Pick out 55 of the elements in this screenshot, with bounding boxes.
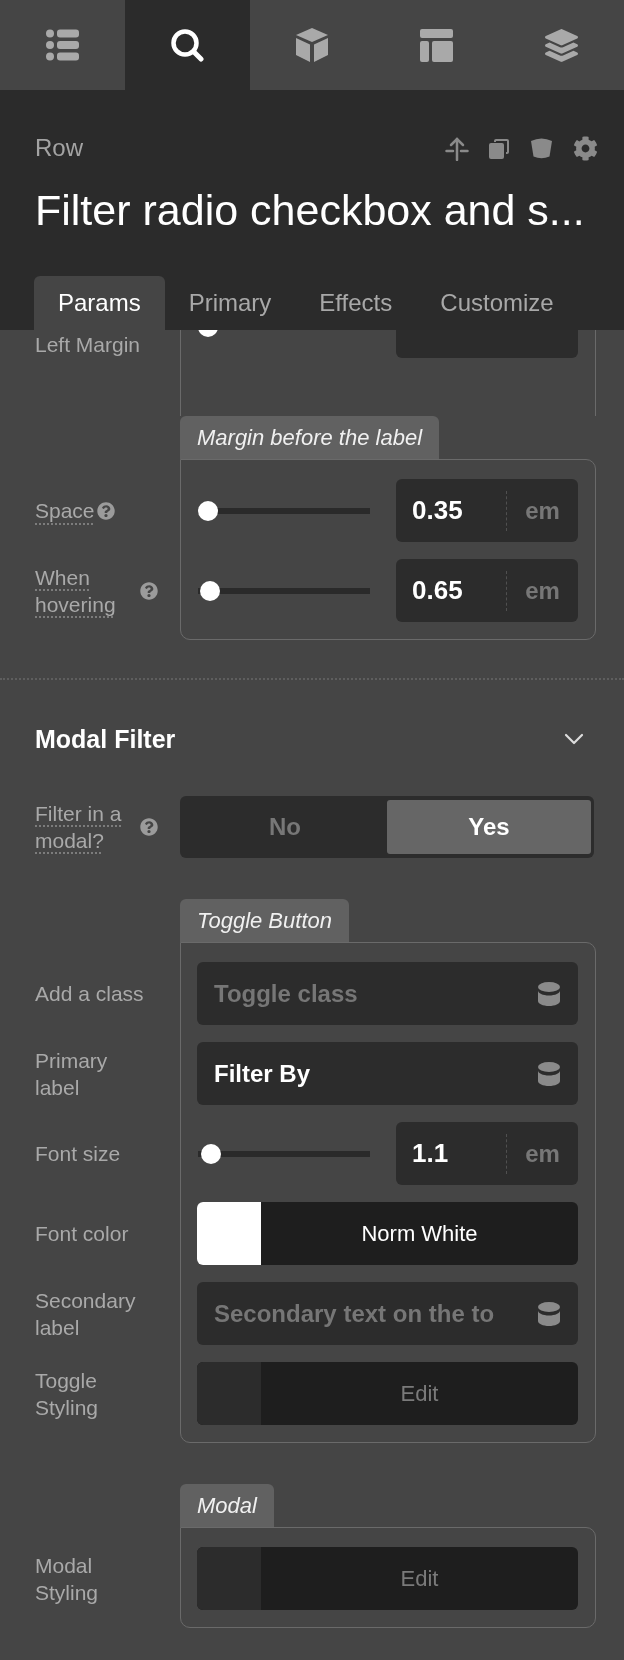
copy-icon[interactable] bbox=[489, 137, 510, 159]
slider-thumb[interactable] bbox=[199, 580, 220, 601]
search-icon[interactable] bbox=[170, 28, 204, 62]
toolbar-tab[interactable] bbox=[124, 0, 250, 90]
field-label: Font color bbox=[35, 1221, 129, 1247]
segment-option[interactable]: No bbox=[183, 799, 387, 854]
text-input[interactable]: Toggle class bbox=[197, 962, 578, 1025]
help-icon[interactable] bbox=[96, 501, 115, 520]
field-label: Add a class bbox=[35, 981, 144, 1007]
panel-title: Filter radio checkbox and s... bbox=[35, 185, 586, 236]
unit-label: em bbox=[506, 1133, 578, 1174]
section-title: Modal Filter bbox=[35, 724, 176, 754]
group-legend: Toggle Button bbox=[180, 899, 349, 942]
unit-label: em bbox=[506, 490, 578, 531]
field-label: Font size bbox=[35, 1141, 121, 1167]
color-picker[interactable]: Norm White bbox=[197, 1202, 578, 1265]
number-input[interactable]: 1.1 em bbox=[396, 1122, 578, 1185]
field-label: Toggle Styling bbox=[35, 1367, 100, 1421]
field-label: Secondary label bbox=[35, 1287, 137, 1341]
field-label: Left Margin bbox=[35, 332, 141, 358]
slider-thumb[interactable] bbox=[201, 1143, 222, 1164]
bucket-icon[interactable] bbox=[530, 137, 553, 159]
unit-label: em bbox=[506, 570, 578, 611]
panel-tab[interactable]: Params bbox=[34, 276, 165, 330]
text-input[interactable]: Secondary text on the to bbox=[197, 1282, 578, 1345]
database-icon[interactable] bbox=[538, 1061, 560, 1086]
segment-option[interactable]: Yes bbox=[387, 799, 591, 854]
field-label: When hovering bbox=[35, 564, 117, 618]
group-legend: Margin before the label bbox=[180, 416, 440, 459]
field-label: Space bbox=[35, 498, 95, 524]
panel-tab[interactable]: Primary bbox=[164, 276, 296, 330]
number-input[interactable]: 0.65 em bbox=[396, 559, 578, 622]
edit-button[interactable]: Edit bbox=[197, 1362, 578, 1425]
help-icon[interactable] bbox=[140, 581, 158, 600]
list-icon[interactable] bbox=[45, 29, 79, 61]
edit-button[interactable]: Edit bbox=[197, 1547, 578, 1610]
field-label: Filter in a modal? bbox=[35, 800, 123, 854]
panel-tab[interactable]: Customize bbox=[416, 276, 578, 330]
text-input[interactable]: Filter By bbox=[197, 1042, 578, 1105]
layers-icon[interactable] bbox=[545, 28, 579, 62]
layout-icon[interactable] bbox=[420, 28, 454, 62]
database-icon[interactable] bbox=[538, 1301, 560, 1326]
breadcrumb-label: Row bbox=[35, 134, 83, 162]
arrow-up-icon[interactable] bbox=[445, 135, 469, 161]
group-legend: Modal bbox=[180, 1484, 274, 1527]
slider-thumb[interactable] bbox=[198, 500, 218, 521]
field-label: Modal Styling bbox=[35, 1552, 100, 1606]
database-icon[interactable] bbox=[538, 981, 560, 1006]
number-input[interactable]: 0.35 em bbox=[396, 479, 578, 542]
settings-icon[interactable] bbox=[573, 135, 598, 161]
field-label: Primary label bbox=[35, 1047, 109, 1101]
chevron-icon[interactable] bbox=[564, 733, 584, 745]
panel-tab[interactable]: Effects bbox=[295, 276, 417, 330]
cube-icon[interactable] bbox=[296, 28, 328, 62]
help-icon[interactable] bbox=[140, 817, 158, 836]
